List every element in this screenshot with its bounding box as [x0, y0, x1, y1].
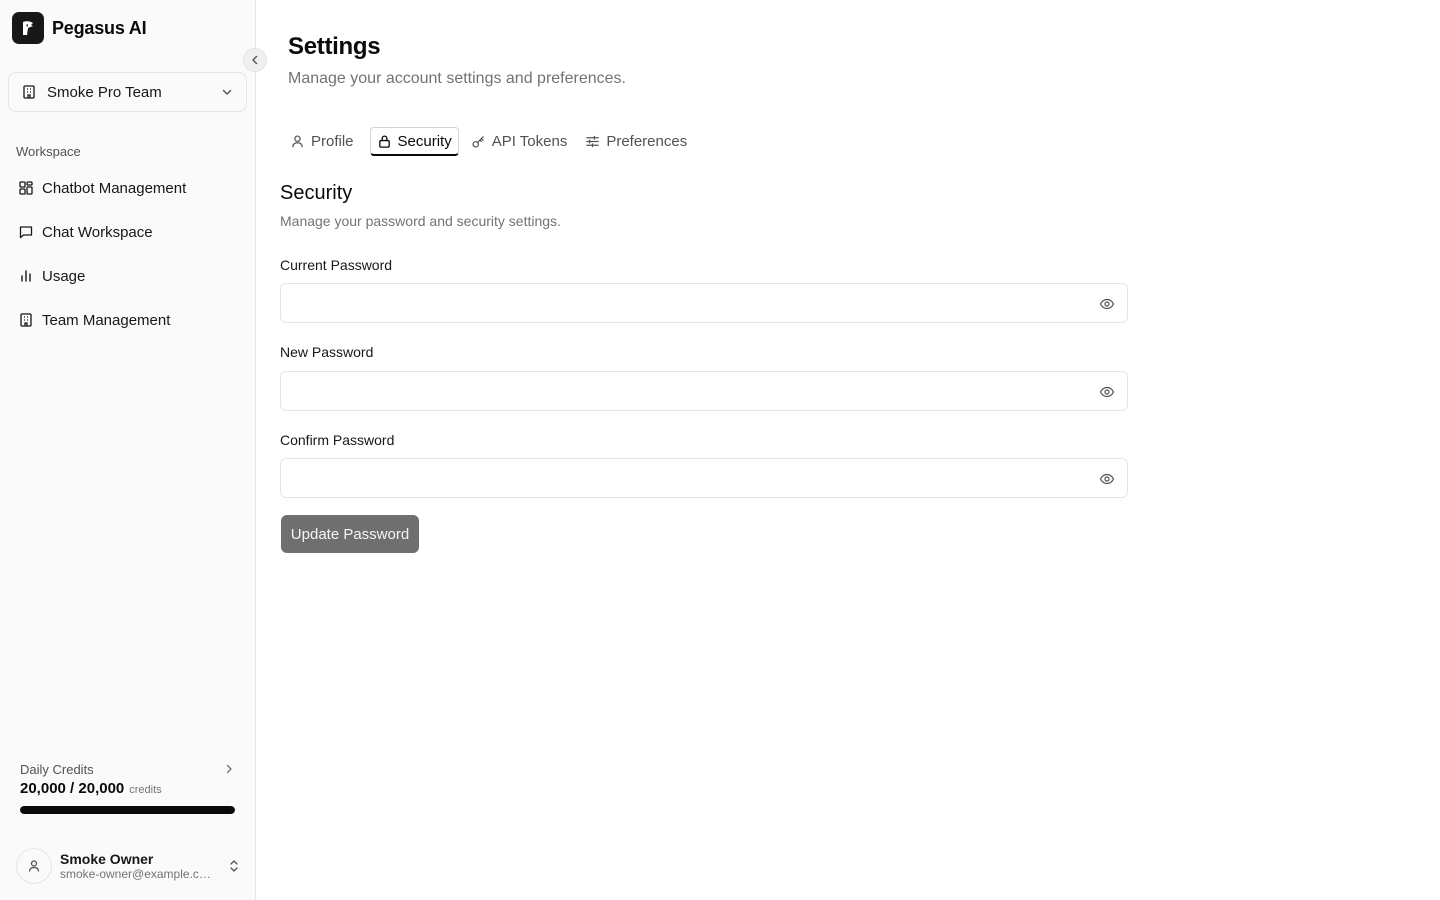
- lock-icon: [378, 134, 390, 148]
- workspace-section-label: Workspace: [16, 144, 81, 159]
- sidebar: Pegasus AI Smoke Pro Team Workspace Chat…: [0, 0, 267, 900]
- confirm-password-field-wrapper: [280, 458, 1128, 498]
- eye-icon[interactable]: [1099, 296, 1115, 312]
- building-icon: [23, 85, 35, 99]
- sidebar-item-label: Chatbot Management: [42, 179, 187, 197]
- sliders-icon: [586, 135, 600, 148]
- confirm-password-input[interactable]: [281, 459, 1127, 497]
- user-email: smoke-owner@example.com: [60, 867, 212, 881]
- update-password-button[interactable]: Update Password: [281, 515, 419, 553]
- eye-icon[interactable]: [1099, 471, 1115, 487]
- security-section-description: Manage your password and security settin…: [280, 213, 561, 229]
- sidebar-item-chatbot-management[interactable]: Chatbot Management: [8, 166, 247, 210]
- credits-unit: credits: [129, 784, 162, 796]
- tab-label: API Tokens: [491, 133, 568, 150]
- message-square-icon: [19, 226, 33, 239]
- grid-icon: [19, 181, 33, 195]
- current-password-field-wrapper: [280, 283, 1128, 323]
- settings-tabs: Profile Security API Tokens Preferences: [288, 127, 693, 156]
- main-content: Settings Manage your account settings an…: [256, 0, 1440, 900]
- tab-label: Security: [397, 132, 452, 150]
- team-name: Smoke Pro Team: [47, 83, 162, 101]
- bar-chart-icon: [21, 270, 31, 282]
- credits-value: 20,000 / 20,000: [20, 780, 125, 797]
- chevrons-up-down-icon: [230, 860, 238, 872]
- team-switcher[interactable]: Smoke Pro Team: [8, 72, 247, 112]
- pegasus-logo-icon: [12, 12, 44, 44]
- user-menu[interactable]: Smoke Owner smoke-owner@example.com: [16, 846, 241, 886]
- avatar: [16, 848, 52, 884]
- security-section-title: Security: [280, 182, 353, 204]
- collapse-sidebar-button[interactable]: [243, 48, 267, 72]
- sidebar-item-team-management[interactable]: Team Management: [8, 298, 247, 342]
- tab-security[interactable]: Security: [369, 127, 459, 156]
- new-password-label: New Password: [280, 344, 374, 360]
- user-name: Smoke Owner: [60, 851, 154, 867]
- tab-label: Profile: [311, 133, 354, 150]
- credits-progress-fill: [20, 806, 235, 814]
- page-title: Settings: [288, 33, 381, 60]
- new-password-field-wrapper: [280, 371, 1128, 411]
- tab-api-tokens[interactable]: API Tokens: [469, 127, 574, 156]
- user-icon: [292, 135, 303, 148]
- eye-icon[interactable]: [1099, 384, 1115, 400]
- page-subtitle: Manage your account settings and prefere…: [288, 70, 626, 87]
- current-password-input[interactable]: [281, 284, 1127, 322]
- chevron-right-icon: [226, 764, 232, 774]
- app-name: Pegasus AI: [52, 17, 147, 38]
- sidebar-item-label: Usage: [42, 267, 86, 285]
- credits-title: Daily Credits: [20, 761, 94, 777]
- user-icon: [28, 860, 40, 872]
- daily-credits-panel[interactable]: Daily Credits 20,000 / 20,000 credits: [20, 760, 235, 814]
- current-password-label: Current Password: [280, 257, 393, 273]
- sidebar-item-label: Chat Workspace: [42, 223, 153, 241]
- building-icon: [20, 313, 32, 327]
- new-password-input[interactable]: [281, 372, 1127, 410]
- confirm-password-label: Confirm Password: [280, 432, 395, 448]
- brand[interactable]: Pegasus AI: [12, 12, 147, 44]
- tab-label: Preferences: [606, 133, 688, 150]
- sidebar-item-chat-workspace[interactable]: Chat Workspace: [8, 210, 247, 254]
- tab-preferences[interactable]: Preferences: [583, 127, 693, 156]
- sidebar-nav: Chatbot Management Chat Workspace Usage …: [8, 166, 247, 342]
- chevron-down-icon: [222, 89, 232, 95]
- credits-progress-bar: [20, 806, 235, 814]
- chevron-left-icon: [252, 55, 258, 65]
- sidebar-item-usage[interactable]: Usage: [8, 254, 247, 298]
- sidebar-item-label: Team Management: [42, 311, 171, 329]
- key-icon: [472, 136, 484, 148]
- tab-profile[interactable]: Profile: [288, 127, 360, 156]
